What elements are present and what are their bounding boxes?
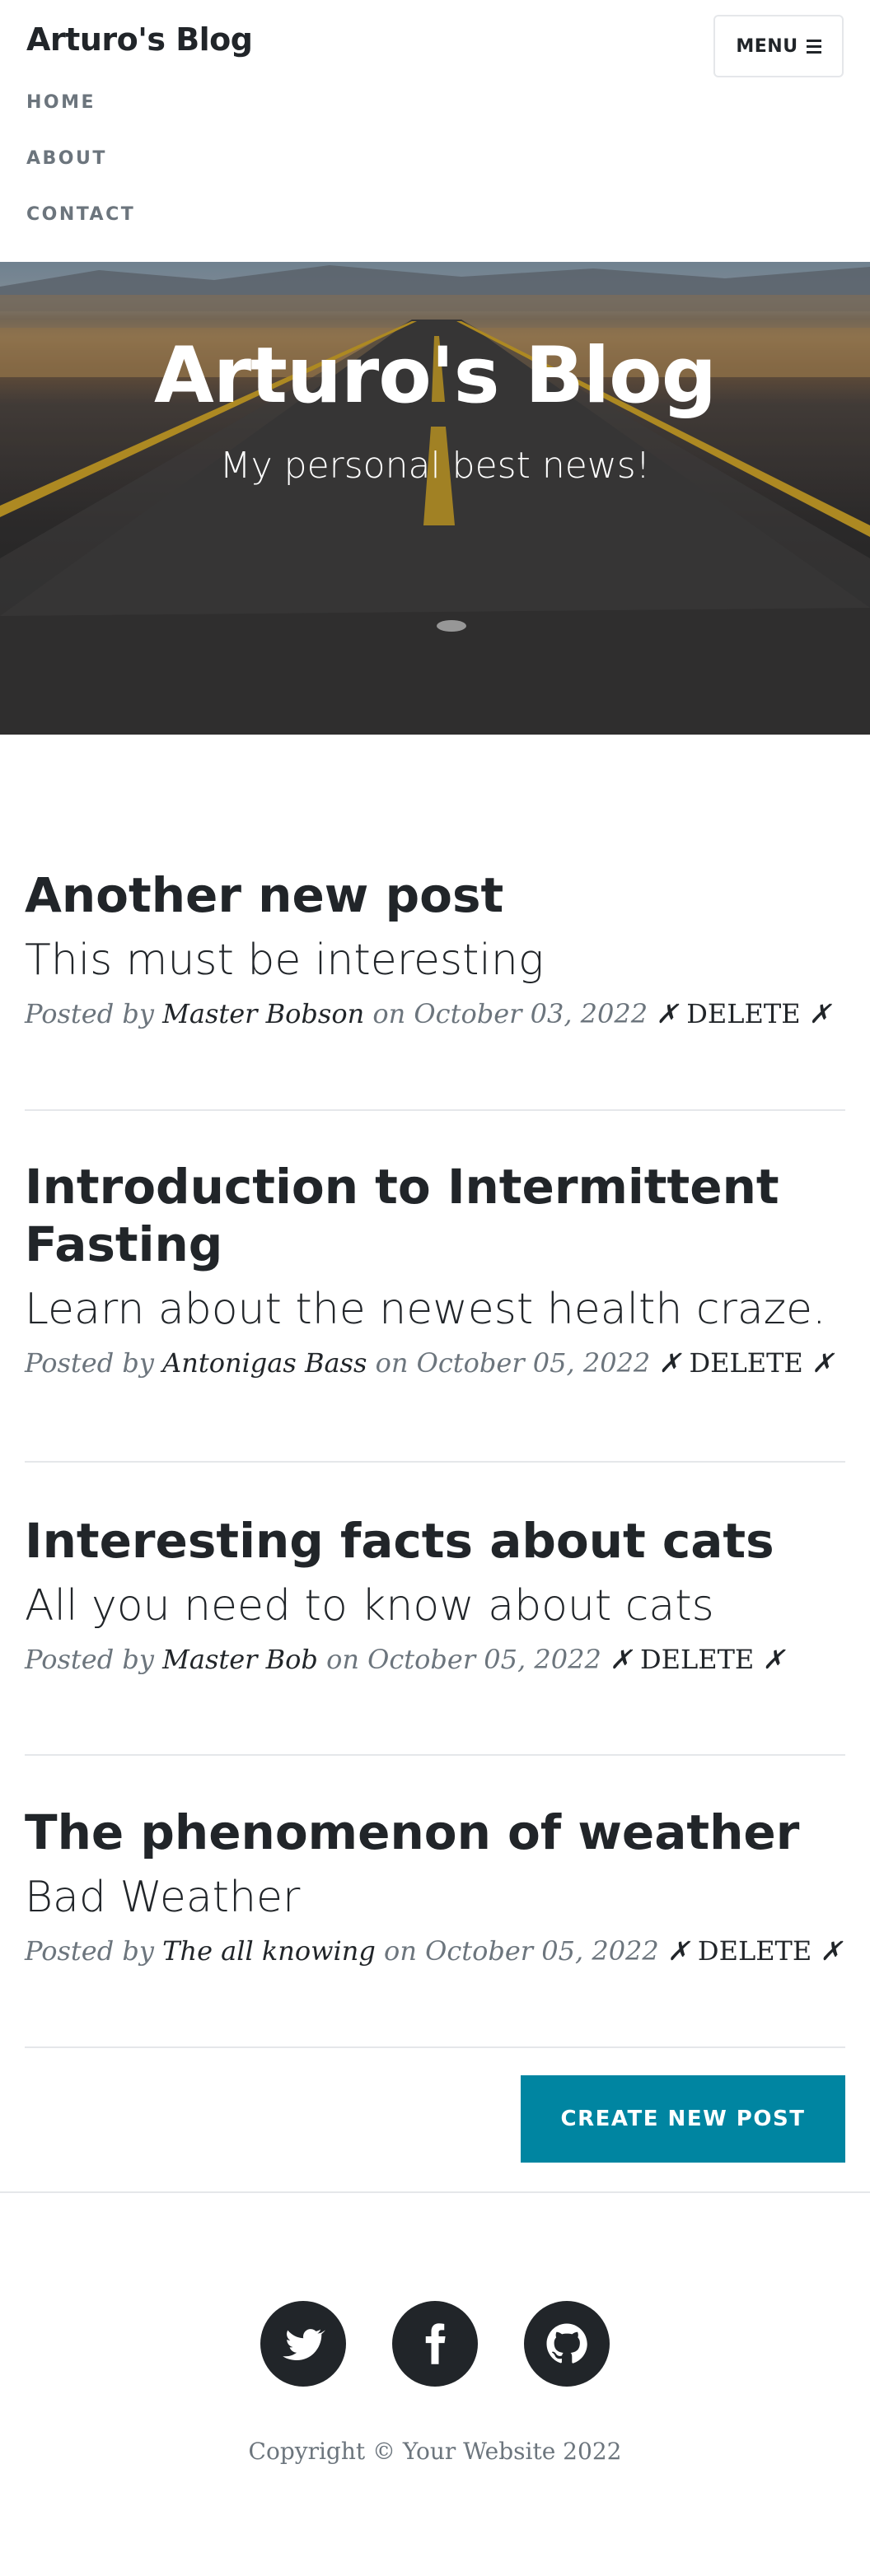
menu-label: MENU	[736, 35, 798, 57]
posted-by-label: Posted by	[25, 1935, 154, 1967]
facebook-link[interactable]	[392, 2301, 478, 2387]
delete-post-link[interactable]: DELETE	[640, 1644, 754, 1675]
delete-post-link[interactable]: DELETE	[698, 1935, 812, 1967]
delete-mark-icon: ✗	[656, 998, 679, 1029]
twitter-icon	[283, 2329, 325, 2361]
post-date: October 05, 2022	[367, 1644, 601, 1675]
posted-by-label: Posted by	[25, 1644, 154, 1675]
post-divider	[25, 1461, 845, 1463]
github-link[interactable]	[524, 2301, 610, 2387]
hamburger-icon	[806, 39, 821, 54]
delete-post-link[interactable]: DELETE	[689, 1347, 802, 1379]
delete-mark-icon: ✗	[658, 1347, 681, 1379]
post-preview: The phenomenon of weather Bad Weather Po…	[25, 1804, 845, 1967]
facebook-icon	[425, 2323, 446, 2364]
post-title-link[interactable]: Introduction to Intermittent Fasting	[25, 1158, 845, 1273]
hero-title: Arturo's Blog	[153, 331, 717, 421]
post-divider	[25, 2046, 845, 2048]
nav-link-about[interactable]: ABOUT	[26, 148, 135, 204]
post-subtitle[interactable]: Learn about the newest health craze.	[25, 1283, 845, 1336]
on-label: on	[326, 1644, 359, 1675]
post-meta: Posted by The all knowing on October 05,…	[25, 1935, 845, 1967]
delete-mark-icon: ✗	[808, 998, 831, 1029]
delete-mark-icon: ✗	[667, 1935, 690, 1967]
post-date: October 05, 2022	[425, 1935, 659, 1967]
hero-subtitle: My personal best news!	[219, 445, 651, 487]
delete-mark-icon: ✗	[811, 1347, 834, 1379]
post-subtitle[interactable]: This must be interesting	[25, 934, 845, 987]
copyright-text: Copyright © Your Website 2022	[248, 2438, 622, 2465]
author-link[interactable]: Antonigas Bass	[162, 1347, 367, 1379]
post-date: October 03, 2022	[414, 998, 648, 1029]
author-link[interactable]: Master Bobson	[162, 998, 364, 1029]
on-label: on	[375, 1347, 409, 1379]
author-link[interactable]: The all knowing	[162, 1935, 376, 1967]
delete-mark-icon: ✗	[762, 1644, 785, 1675]
delete-mark-icon: ✗	[820, 1935, 843, 1967]
on-label: on	[372, 998, 406, 1029]
menu-toggle-button[interactable]: MENU	[713, 15, 844, 77]
navbar: Arturo's Blog MENU HOME ABOUT CONTACT	[0, 0, 870, 262]
post-title-link[interactable]: Another new post	[25, 866, 845, 924]
post-title-link[interactable]: The phenomenon of weather	[25, 1804, 845, 1861]
post-meta: Posted by Master Bobson on October 03, 2…	[25, 998, 845, 1029]
github-icon	[546, 2323, 587, 2364]
post-subtitle[interactable]: Bad Weather	[25, 1871, 845, 1924]
post-subtitle[interactable]: All you need to know about cats	[25, 1580, 845, 1632]
posted-by-label: Posted by	[25, 1347, 154, 1379]
on-label: on	[384, 1935, 417, 1967]
posted-by-label: Posted by	[25, 998, 154, 1029]
footer-divider	[0, 2191, 870, 2193]
nav-links: HOME ABOUT CONTACT	[26, 92, 135, 260]
post-meta: Posted by Master Bob on October 05, 2022…	[25, 1644, 845, 1675]
create-new-post-button[interactable]: CREATE NEW POST	[521, 2075, 845, 2163]
twitter-link[interactable]	[260, 2301, 346, 2387]
nav-link-contact[interactable]: CONTACT	[26, 204, 135, 260]
hero-banner: Arturo's Blog My personal best news!	[0, 262, 870, 735]
author-link[interactable]: Master Bob	[162, 1644, 318, 1675]
post-divider	[25, 1754, 845, 1756]
post-preview: Interesting facts about cats All you nee…	[25, 1512, 845, 1675]
delete-mark-icon: ✗	[609, 1644, 632, 1675]
post-date: October 05, 2022	[416, 1347, 651, 1379]
post-preview: Another new post This must be interestin…	[25, 866, 845, 1029]
post-divider	[25, 1109, 845, 1111]
brand-link[interactable]: Arturo's Blog	[26, 21, 253, 58]
post-title-link[interactable]: Interesting facts about cats	[25, 1512, 845, 1570]
delete-post-link[interactable]: DELETE	[686, 998, 800, 1029]
post-preview: Introduction to Intermittent Fasting Lea…	[25, 1158, 845, 1379]
post-meta: Posted by Antonigas Bass on October 05, …	[25, 1347, 845, 1379]
nav-link-home[interactable]: HOME	[26, 92, 135, 148]
